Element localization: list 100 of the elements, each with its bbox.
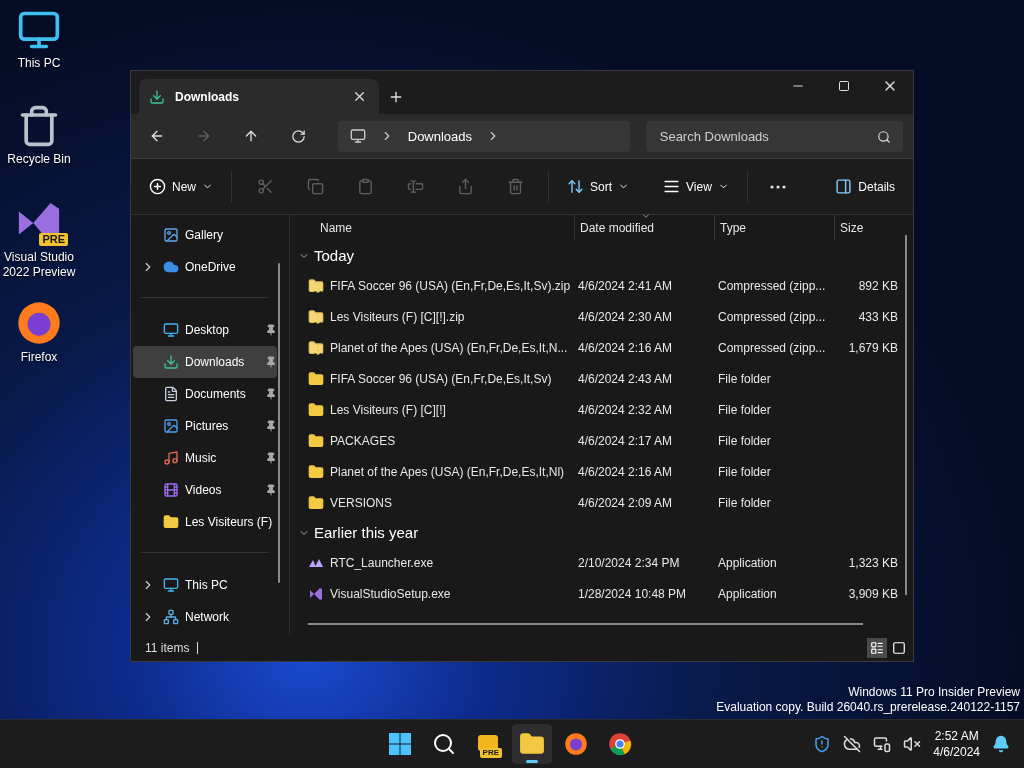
file-name[interactable]: PACKAGES xyxy=(330,433,396,448)
type-cell-text: File folder xyxy=(717,402,772,417)
video-icon xyxy=(163,482,179,498)
shield-warning-icon[interactable] xyxy=(813,735,832,753)
document-icon xyxy=(163,386,179,402)
preview-badge: PRE xyxy=(479,748,502,758)
new-button[interactable]: New xyxy=(141,170,221,203)
file-name[interactable]: Les Visiteurs (F) [C][!].zip xyxy=(330,309,465,324)
sidebar-item[interactable]: Videos xyxy=(133,474,277,506)
infinity-logo-icon xyxy=(308,585,324,602)
zip-folder-icon xyxy=(308,277,324,294)
pin-icon xyxy=(265,452,277,464)
type-cell-text: Compressed (zipp... xyxy=(717,340,827,355)
date-cell-text: 2/10/2024 2:34 PM xyxy=(577,555,681,570)
refresh-icon xyxy=(290,128,306,144)
type-cell-text: Application xyxy=(717,586,778,601)
globe-fox-icon xyxy=(16,300,62,346)
file-name[interactable]: FIFA Soccer 96 (USA) (En,Fr,De,Es,It,Sv) xyxy=(330,371,552,386)
folder-icon xyxy=(163,514,179,530)
type-cell-text: File folder xyxy=(717,371,772,386)
type-cell-text: Compressed (zipp... xyxy=(717,309,827,324)
sort-button[interactable]: Sort xyxy=(559,170,638,203)
preview-badge: PRE xyxy=(39,232,68,246)
type-cell-text: File folder xyxy=(717,433,772,448)
type-cell-text: Application xyxy=(717,555,778,570)
build-info-text: Windows 11 Pro Insider Preview xyxy=(848,685,1020,700)
notification-bell-icon[interactable] xyxy=(992,735,1010,753)
sidebar-item[interactable]: Music xyxy=(133,442,277,474)
column-header[interactable]: Date modified xyxy=(574,215,714,241)
sidebar-item[interactable]: OneDrive xyxy=(133,251,277,283)
file-name[interactable]: VERSIONS xyxy=(330,495,392,510)
column-header[interactable]: Type xyxy=(714,215,834,241)
date-cell-text: 4/6/2024 2:43 AM xyxy=(577,371,674,386)
paste-icon xyxy=(356,178,374,195)
sort-icon xyxy=(641,211,651,221)
file-name[interactable]: VisualStudioSetup.exe xyxy=(330,586,451,601)
breadcrumb-item[interactable]: Downloads xyxy=(407,128,473,144)
desktop-shortcut[interactable]: PRE Visual Studio 2022 Preview xyxy=(0,200,78,280)
desktop-shortcut[interactable]: Firefox xyxy=(0,300,78,365)
windows-logo-icon xyxy=(388,732,412,756)
computer-icon xyxy=(163,577,179,593)
pin-icon xyxy=(265,484,277,496)
taskbar-app[interactable] xyxy=(512,724,552,764)
size-cell-text: 3,909 KB xyxy=(847,586,899,601)
gallery-icon xyxy=(163,227,179,243)
desktop-shortcut[interactable]: This PC xyxy=(0,8,78,71)
file-name[interactable]: Planet of the Apes (USA) (En,Fr,De,Es,It,N... xyxy=(330,340,568,355)
search-icon xyxy=(877,129,891,144)
cloud-icon xyxy=(163,259,179,275)
sidebar-item[interactable]: Documents xyxy=(133,378,277,410)
more-icon xyxy=(769,184,786,189)
clock[interactable]: 2:52 AM 4/6/2024 xyxy=(933,728,980,760)
sidebar-item[interactable]: Pictures xyxy=(133,410,277,442)
search-field[interactable]: Search Downloads xyxy=(645,120,903,152)
shortcut-label: Recycle Bin xyxy=(7,152,71,167)
square-icon xyxy=(892,641,906,655)
date-cell-text: 4/6/2024 2:09 AM xyxy=(577,495,674,510)
window-tab[interactable]: Downloads xyxy=(139,79,379,114)
computer-icon xyxy=(349,128,366,144)
column-header[interactable]: Name xyxy=(292,215,574,241)
view-button[interactable]: View xyxy=(655,170,737,203)
desktop-shortcut[interactable]: Recycle Bin xyxy=(0,104,78,167)
address-bar[interactable]: Downloads xyxy=(337,120,630,152)
download-icon xyxy=(149,88,165,105)
mute-icon[interactable] xyxy=(903,735,922,753)
file-name[interactable]: Les Visiteurs (F) [C][!] xyxy=(330,402,446,417)
music-icon xyxy=(163,450,179,466)
group-heading: Earlier this year xyxy=(314,524,419,541)
sidebar-item[interactable]: Desktop xyxy=(133,314,277,346)
folder-icon xyxy=(308,463,324,480)
details-view-button[interactable] xyxy=(867,638,887,658)
sidebar-item[interactable]: Les Visiteurs (F) xyxy=(133,506,277,538)
type-cell-text: Compressed (zipp... xyxy=(717,278,827,293)
maximize-icon xyxy=(838,80,850,92)
delete-icon xyxy=(506,178,524,195)
picture-icon xyxy=(163,418,179,434)
file-name[interactable]: RTC_Launcher.exe xyxy=(330,555,434,570)
size-cell-text: 433 KB xyxy=(857,309,899,324)
date-cell-text: 4/6/2024 2:30 AM xyxy=(577,309,674,324)
build-info-text: Evaluation copy. Build 26040.rs_prerelease.240122-1157 xyxy=(716,700,1020,715)
sidebar-item[interactable]: Network xyxy=(133,601,277,633)
sidebar-item[interactable]: Downloads xyxy=(133,346,277,378)
file-name[interactable]: FIFA Soccer 96 (USA) (En,Fr,De,Es,It,Sv).zip xyxy=(330,278,571,293)
file-name[interactable]: Planet of the Apes (USA) (En,Fr,De,Es,It,Nl) xyxy=(330,464,565,479)
details-button[interactable]: Details xyxy=(827,170,903,203)
cloud-off-icon[interactable] xyxy=(843,735,862,753)
desktop-icon xyxy=(163,322,179,338)
network-icon[interactable] xyxy=(873,735,892,753)
shortcut-label: This PC xyxy=(17,56,61,71)
pin-icon xyxy=(265,324,277,336)
item-count: 11 items xyxy=(145,641,190,655)
pin-icon xyxy=(265,420,277,432)
type-cell-text: File folder xyxy=(717,464,772,479)
sidebar-item[interactable]: Gallery xyxy=(133,219,277,251)
taskbar-app[interactable]: PRE xyxy=(468,724,508,764)
sidebar-item[interactable]: This PC xyxy=(133,569,277,601)
zip-folder-icon xyxy=(308,308,324,325)
list-icon xyxy=(870,641,884,655)
search-icon xyxy=(432,732,456,756)
column-header[interactable]: Size xyxy=(834,215,904,241)
